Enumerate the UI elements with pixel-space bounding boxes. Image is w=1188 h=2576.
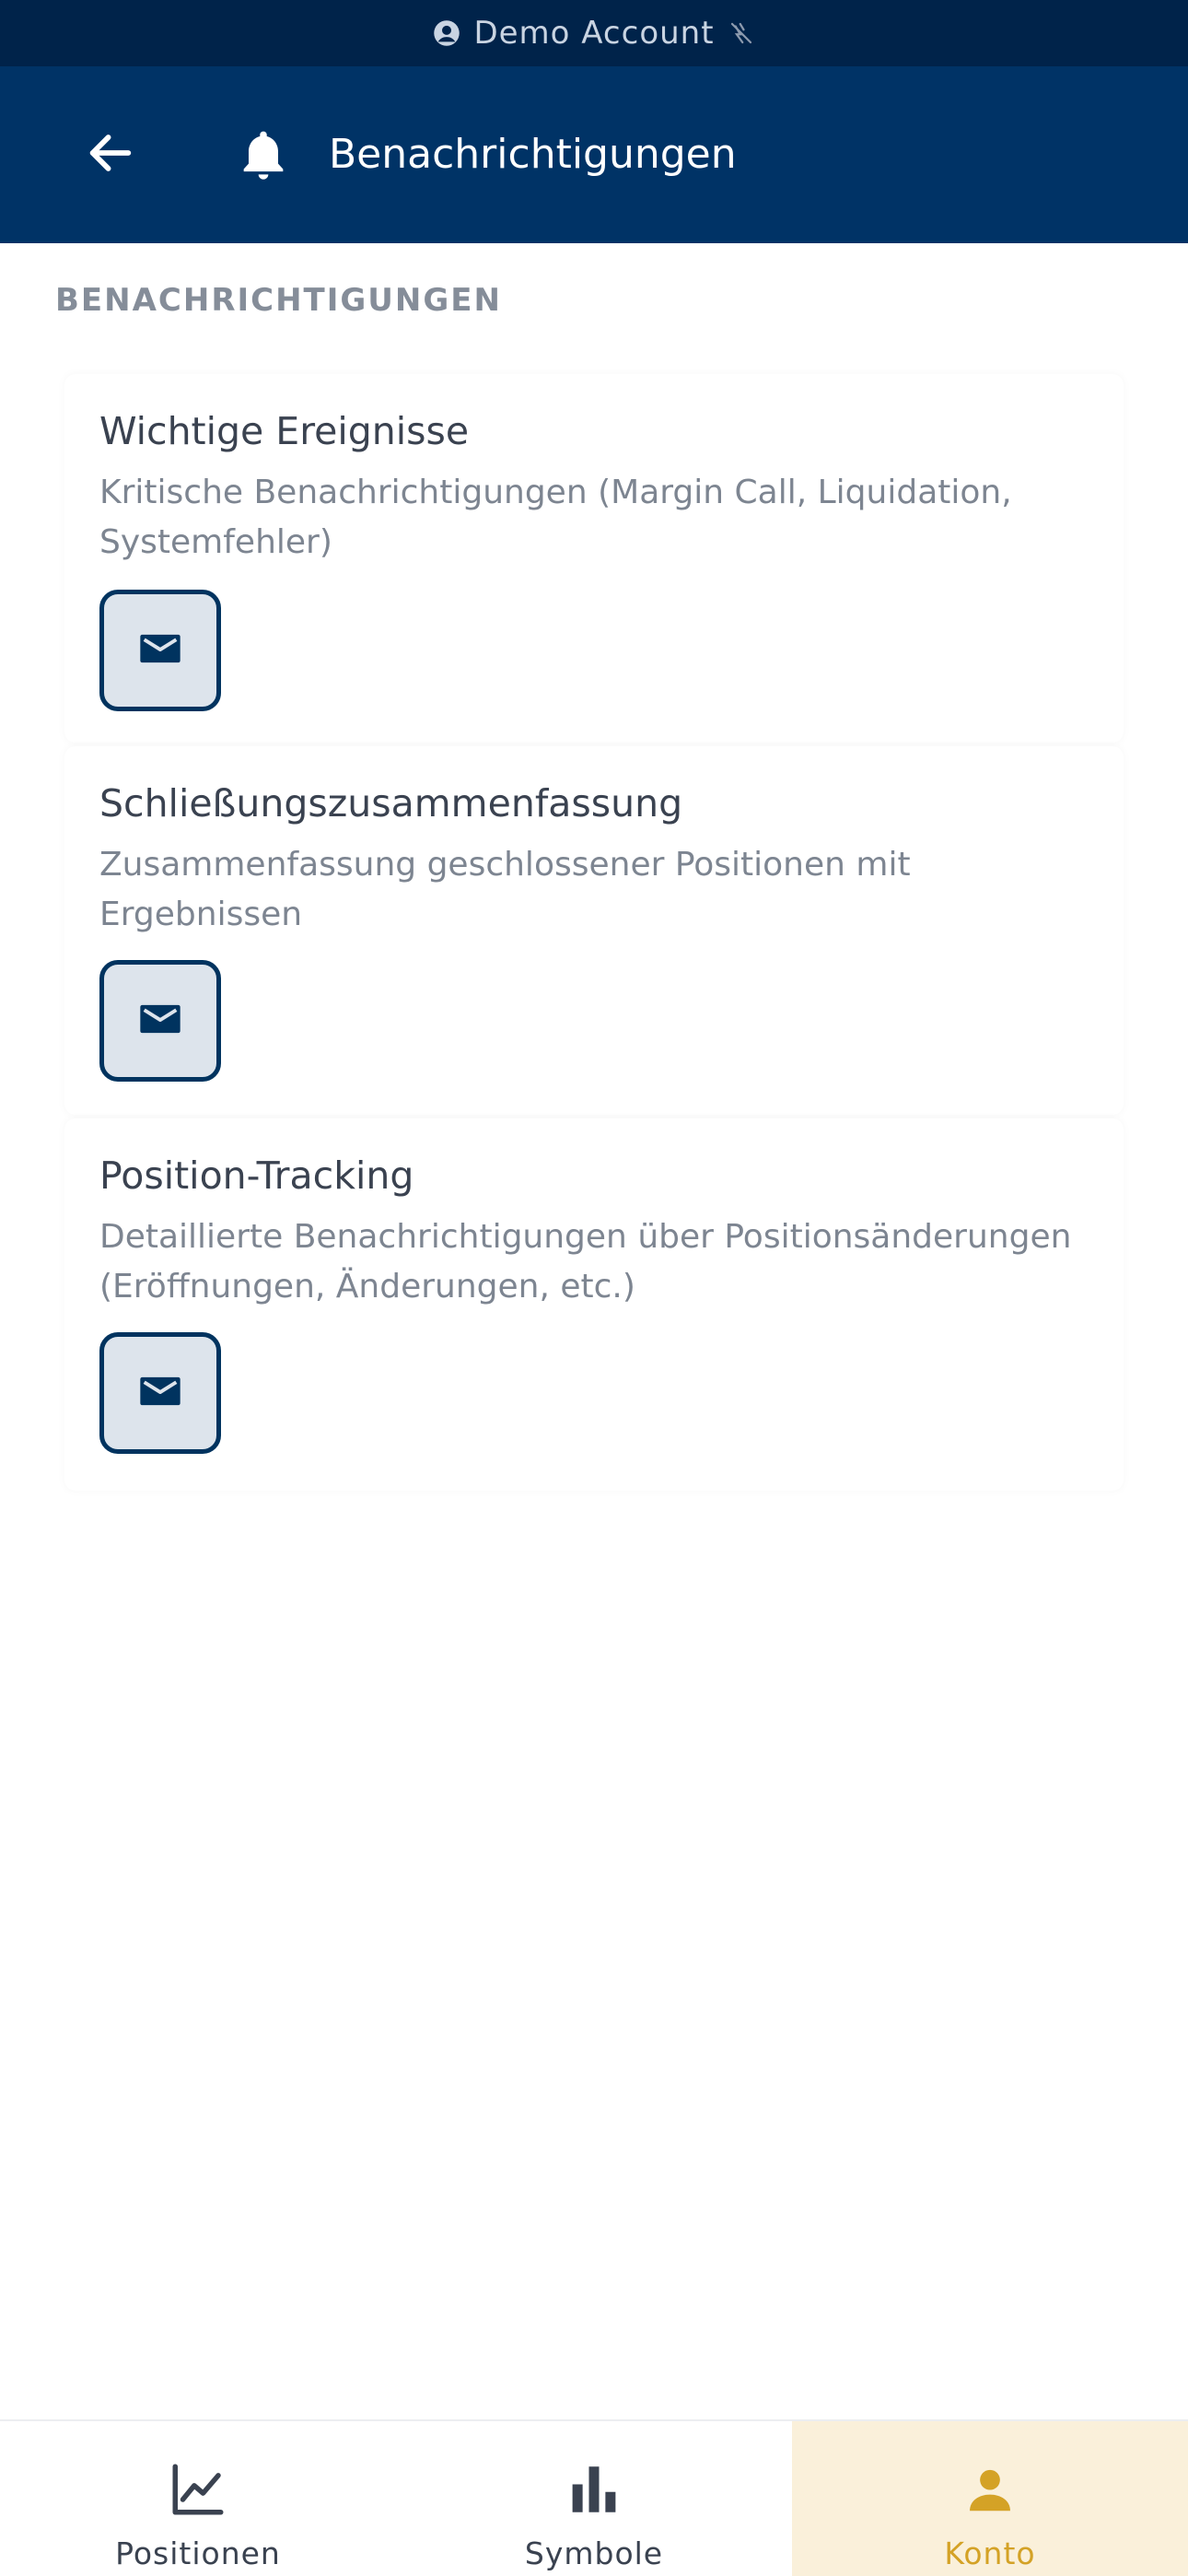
cloud-off-icon	[728, 19, 755, 47]
nav-item-positionen[interactable]: Positionen	[0, 2421, 396, 2576]
nav-label: Symbole	[524, 2535, 664, 2571]
notification-title: Position-Tracking	[99, 1153, 414, 1198]
page-title: Benachrichtigungen	[329, 131, 737, 178]
app-screen: Demo Account Benachrichtigungen BENACHRI…	[0, 0, 1188, 2576]
email-toggle-button[interactable]	[99, 960, 221, 1082]
email-toggle-button[interactable]	[99, 1332, 221, 1454]
arrow-left-icon	[84, 126, 137, 183]
email-toggle-button[interactable]	[99, 590, 221, 711]
nav-label: Positionen	[115, 2535, 281, 2571]
demo-account-bar: Demo Account	[0, 0, 1188, 66]
nav-item-konto[interactable]: Konto	[792, 2421, 1188, 2576]
notification-description: Kritische Benachrichtigungen (Margin Cal…	[99, 474, 1012, 561]
notification-card-closing-summary: Schließungszusammenfassung Zusammenfassu…	[64, 746, 1124, 1115]
nav-item-symbole[interactable]: Symbole	[396, 2421, 792, 2576]
bell-icon	[232, 123, 295, 186]
notification-title: Schließungszusammenfassung	[99, 781, 683, 825]
email-icon	[136, 995, 184, 1047]
account-circle-icon	[433, 19, 460, 47]
line-chart-icon	[165, 2456, 231, 2523]
bar-chart-icon	[561, 2456, 627, 2523]
back-button[interactable]	[77, 122, 144, 188]
email-icon	[136, 625, 184, 676]
app-header: Benachrichtigungen	[0, 66, 1188, 243]
account-label: Demo Account	[473, 15, 715, 52]
email-icon	[136, 1367, 184, 1419]
section-label: BENACHRICHTIGUNGEN	[55, 282, 502, 319]
notification-description: Zusammenfassung geschlossener Positionen…	[99, 846, 911, 933]
person-icon	[957, 2456, 1023, 2523]
notification-card-position-tracking: Position-Tracking Detaillierte Benachric…	[64, 1118, 1124, 1491]
nav-label: Konto	[944, 2535, 1036, 2571]
notification-card-important-events: Wichtige Ereignisse Kritische Benachrich…	[64, 374, 1124, 743]
notification-title: Wichtige Ereignisse	[99, 409, 470, 453]
bottom-navigation: Positionen Symbole Konto	[0, 2419, 1188, 2576]
notification-description: Detaillierte Benachrichtigungen über Pos…	[99, 1218, 1072, 1306]
